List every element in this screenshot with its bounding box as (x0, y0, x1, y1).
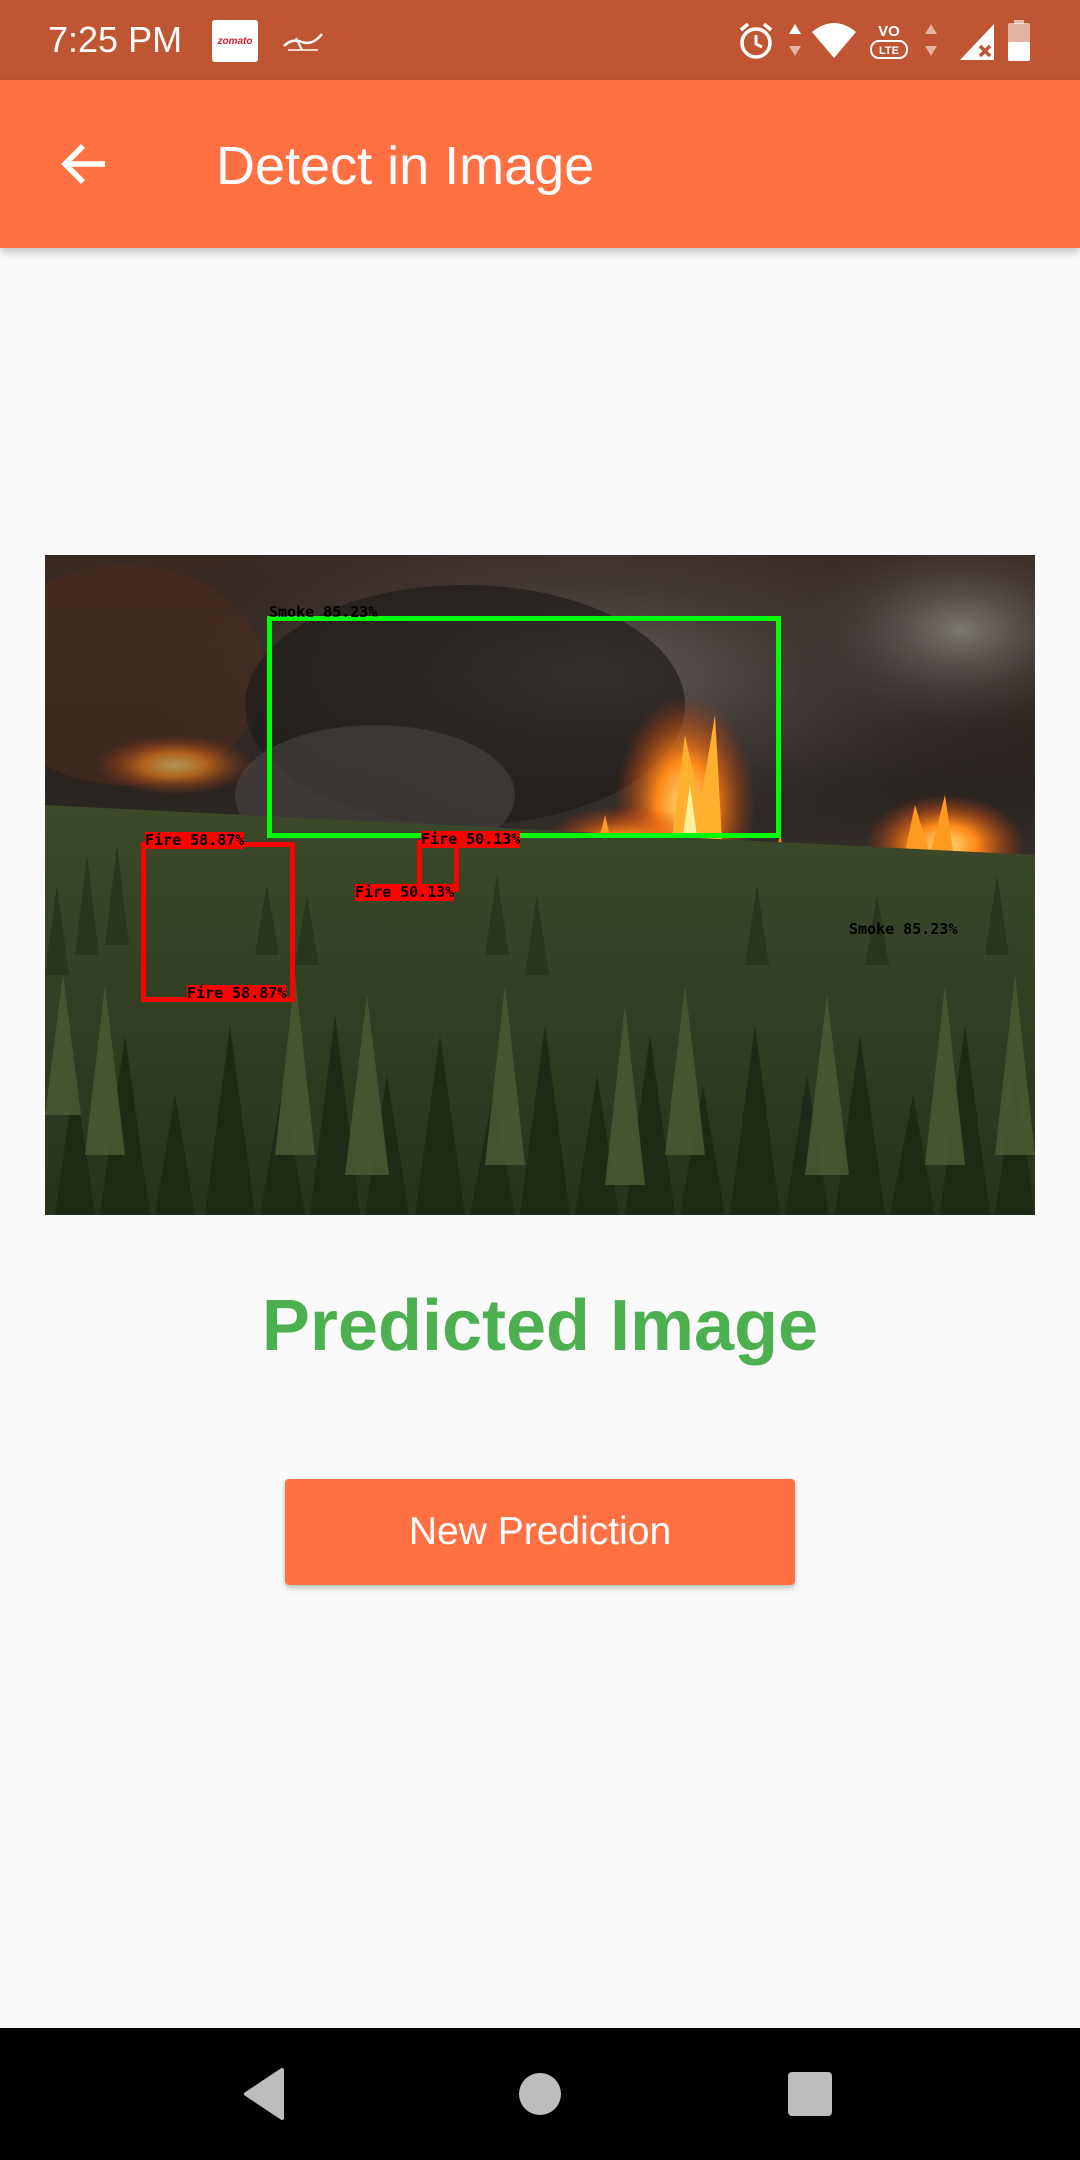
nav-back-button[interactable] (236, 2064, 296, 2124)
zomato-notification-icon: zomato (212, 20, 258, 62)
detection-label-smoke-top: Smoke 85.23% (269, 603, 378, 621)
status-bar: 7:25 PM zomato VO LTE (0, 0, 1080, 80)
navigation-bar (0, 2028, 1080, 2160)
nav-home-button[interactable] (510, 2064, 570, 2124)
alarm-icon (736, 18, 776, 64)
recents-square-icon (788, 2072, 832, 2116)
signal-arrows-icon (922, 18, 940, 64)
zomato-logo-text: zomato (217, 35, 253, 47)
detection-label-fire-2-bottom: Fire 50.13% (355, 883, 455, 901)
nav-recents-button[interactable] (780, 2064, 840, 2124)
detection-label-smoke-bottom: Smoke 85.23% (849, 920, 958, 938)
status-time: 7:25 PM (48, 19, 183, 60)
home-circle-icon (519, 2073, 561, 2115)
detection-label-fire-1-top: Fire 58.87% (145, 831, 245, 849)
predicted-image: Smoke 85.23% Smoke 85.23% Fire 58.87% Fi… (45, 555, 1035, 1215)
back-button[interactable] (42, 122, 126, 206)
lte-text: LTE (879, 45, 899, 57)
detection-label-fire-2-top: Fire 50.13% (421, 830, 521, 848)
volte-text: VO (878, 23, 900, 40)
new-prediction-button[interactable]: New Prediction (285, 1479, 795, 1585)
arrow-back-icon (61, 144, 105, 184)
sf-notification-icon (278, 20, 328, 62)
detection-box-smoke (267, 616, 781, 838)
result-caption: Predicted Image (261, 1286, 819, 1366)
app-bar: Detect in Image (0, 80, 1080, 248)
volte-icon: VO LTE (868, 18, 910, 64)
detection-box-fire-1 (141, 842, 295, 1002)
wifi-icon (810, 18, 858, 64)
battery-icon (1006, 18, 1032, 64)
page-title: Detect in Image (216, 136, 595, 196)
data-arrows-icon (786, 18, 804, 64)
back-triangle-icon (244, 2068, 284, 2120)
detection-label-fire-1-bottom: Fire 58.87% (187, 984, 287, 1002)
signal-icon (958, 18, 998, 64)
